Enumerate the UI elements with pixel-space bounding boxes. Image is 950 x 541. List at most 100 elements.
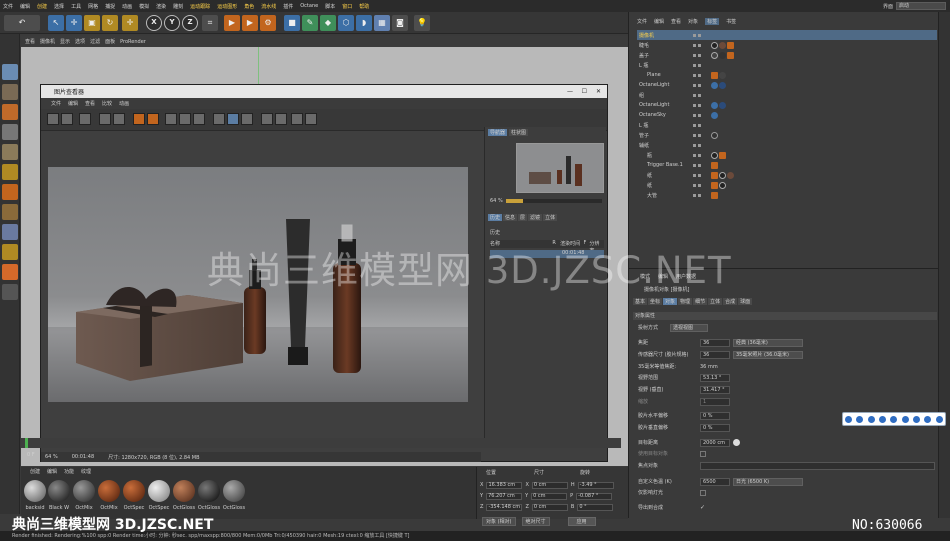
material-swatch[interactable] <box>123 480 145 502</box>
texture-tag-icon[interactable] <box>727 51 734 59</box>
viewport-menu-view[interactable]: 查看 <box>25 38 35 45</box>
tab-navigator[interactable]: 导航器 <box>488 129 508 136</box>
single-image-icon[interactable] <box>227 113 239 125</box>
ime-keyboard-icon[interactable] <box>901 415 909 423</box>
material-swatch[interactable] <box>73 480 95 502</box>
filter-icon[interactable] <box>305 113 317 125</box>
ab-compare-icon[interactable] <box>165 113 177 125</box>
ime-s-icon[interactable] <box>845 415 853 423</box>
material-tag-icon[interactable] <box>719 171 726 179</box>
timeline[interactable]: 0 F <box>21 438 621 458</box>
menu-octane[interactable]: Octane <box>300 3 318 9</box>
render-picture-viewer-icon[interactable]: ▶ <box>242 15 258 31</box>
attribute-select[interactable]: 日光 (6500 K) <box>733 477 803 486</box>
texture-mode-icon[interactable] <box>2 104 18 120</box>
move-tool-icon[interactable]: ✛ <box>66 15 82 31</box>
texture-tag-icon[interactable] <box>711 171 718 179</box>
timeline-playhead[interactable] <box>25 438 28 448</box>
affect-lights-checkbox[interactable] <box>700 489 706 496</box>
y-axis-icon[interactable]: Y <box>164 15 180 31</box>
material-swatch[interactable] <box>223 480 245 502</box>
enable-axis-icon[interactable] <box>2 204 18 220</box>
coord-rotation-field[interactable]: -0.087 ° <box>576 492 613 500</box>
edit-render-settings-icon[interactable]: ⚙ <box>260 15 276 31</box>
z-axis-icon[interactable]: Z <box>182 15 198 31</box>
ime-voice-icon[interactable] <box>890 415 898 423</box>
ime-chinese-icon[interactable] <box>856 415 864 423</box>
render-icon[interactable] <box>133 113 145 125</box>
menu-plugins[interactable]: 插件 <box>283 3 293 10</box>
sky-tag-icon[interactable] <box>711 111 718 119</box>
apply-button[interactable]: 应用 <box>567 517 596 526</box>
material-tag-icon[interactable] <box>711 151 718 159</box>
array-icon[interactable]: ⬡ <box>338 15 354 31</box>
rotate-tool-icon[interactable]: ↻ <box>102 15 118 31</box>
points-mode-icon[interactable] <box>2 144 18 160</box>
coord-rotation-field[interactable]: 0 ° <box>577 503 614 511</box>
texture-tag-icon[interactable] <box>719 151 726 159</box>
menu-help[interactable]: 帮助 <box>359 3 369 10</box>
tab-stereo[interactable]: 立体 <box>543 214 558 221</box>
viewport-menu-prorender[interactable]: ProRender <box>120 39 146 45</box>
object-visibility-dots[interactable] <box>693 73 711 77</box>
focus-object-field[interactable] <box>700 461 935 470</box>
menu-pipeline[interactable]: 流水线 <box>261 3 276 10</box>
pv-menu-file[interactable]: 文件 <box>51 100 61 107</box>
menu-animate[interactable]: 动画 <box>122 3 132 10</box>
ime-emoji-icon[interactable] <box>879 415 887 423</box>
play-icon[interactable] <box>213 113 225 125</box>
menu-window[interactable]: 窗口 <box>342 3 352 10</box>
object-row[interactable]: L 瓶 <box>637 120 937 130</box>
object-row[interactable]: OctaneLight <box>637 80 937 90</box>
pv-menu-view[interactable]: 查看 <box>85 100 95 107</box>
menu-character[interactable]: 角色 <box>244 3 254 10</box>
material-tag-icon[interactable] <box>719 71 726 79</box>
material-tag-icon[interactable] <box>711 131 718 139</box>
menu-tools[interactable]: 工具 <box>71 3 81 10</box>
close-icon[interactable]: ✕ <box>596 88 601 95</box>
object-row[interactable]: L 瓶 <box>637 60 937 70</box>
x-axis-icon[interactable]: X <box>146 15 162 31</box>
ime-skin-icon[interactable] <box>924 415 932 423</box>
tab-layer[interactable]: 层 <box>518 214 528 221</box>
material-tag-icon[interactable] <box>711 51 718 59</box>
material-tag-icon[interactable] <box>711 41 718 49</box>
object-visibility-dots[interactable] <box>693 123 711 127</box>
object-visibility-dots[interactable] <box>693 63 711 67</box>
undo-icon[interactable]: ↶ <box>4 15 40 31</box>
histogram-icon[interactable] <box>275 113 287 125</box>
coordinate-system-icon[interactable]: ⌗ <box>202 15 218 31</box>
om-menu-file[interactable]: 文件 <box>637 18 647 25</box>
export-checkbox[interactable]: ✓ <box>700 504 705 511</box>
channel-icon[interactable] <box>99 113 111 125</box>
attribute-value[interactable]: 1 <box>700 397 730 406</box>
attr-tab-physical[interactable]: 物理 <box>678 298 693 305</box>
mat-menu-function[interactable]: 功能 <box>64 468 74 475</box>
light-tag-icon[interactable] <box>719 101 726 109</box>
snap-icon[interactable] <box>2 224 18 240</box>
object-visibility-dots[interactable] <box>693 193 711 197</box>
attr-tab-composition[interactable]: 合成 <box>723 298 738 305</box>
coord-position-field[interactable]: 16.383 cm <box>486 481 523 489</box>
object-visibility-dots[interactable] <box>693 43 711 47</box>
mat-menu-edit[interactable]: 编辑 <box>47 468 57 475</box>
menu-snap[interactable]: 捕捉 <box>105 3 115 10</box>
mat-menu-texture[interactable]: 纹理 <box>81 468 91 475</box>
object-row[interactable]: 辅纸 <box>637 140 937 150</box>
material-tag-icon[interactable] <box>719 41 726 49</box>
layer-icon[interactable] <box>291 113 303 125</box>
warning-icon[interactable] <box>261 113 273 125</box>
attr-tab-details[interactable]: 细节 <box>693 298 708 305</box>
ime-grid-icon[interactable] <box>935 415 943 423</box>
workplane-lock-icon[interactable] <box>2 244 18 260</box>
pick-target-icon[interactable] <box>733 439 740 446</box>
menu-edit[interactable]: 编辑 <box>20 3 30 10</box>
coord-size-mode-select[interactable]: 绝对尺寸 <box>521 517 550 526</box>
coord-position-field[interactable]: 76.207 cm <box>486 492 523 500</box>
object-row[interactable]: 纸 <box>637 180 937 190</box>
menu-mograph[interactable]: 运动图形 <box>217 3 237 10</box>
minimize-icon[interactable]: — <box>567 88 573 95</box>
object-visibility-dots[interactable] <box>693 93 711 97</box>
coord-mode-select[interactable]: 对象 (相对) <box>482 517 516 526</box>
texture-tag-icon[interactable] <box>711 161 718 169</box>
